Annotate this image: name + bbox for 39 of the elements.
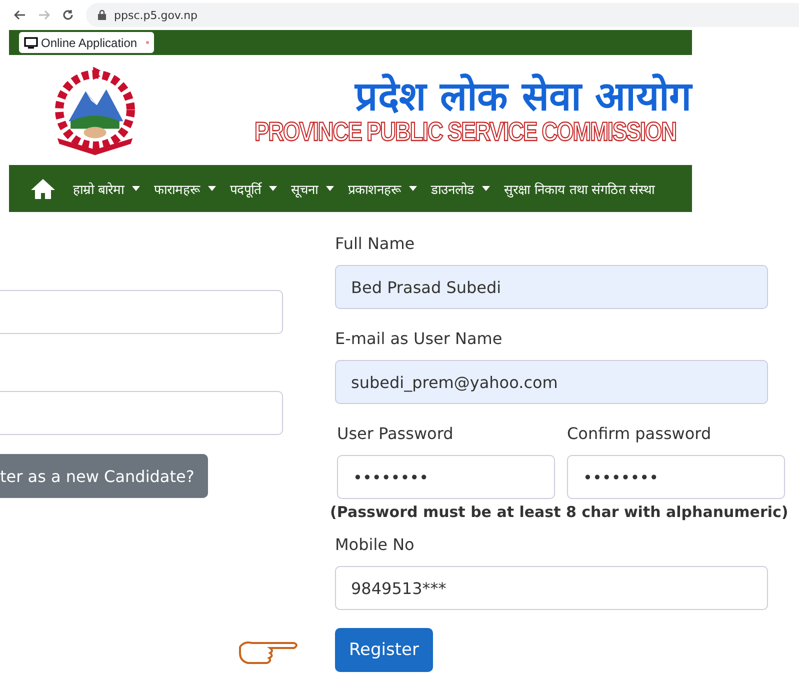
register-button[interactable]: Register	[335, 628, 433, 672]
field-label: E-mail as User Name	[335, 329, 504, 348]
monitor-icon	[24, 36, 38, 48]
email-field[interactable]: subedi_prem@yahoo.com	[335, 360, 768, 404]
input-field[interactable]	[0, 391, 283, 435]
password-note: (Password must be at least 8 char with alphanumeric)	[330, 503, 785, 521]
full-name-field[interactable]: Bed Prasad Subedi	[335, 265, 768, 309]
password-field[interactable]: ••••••••	[337, 455, 555, 499]
field-label: User Password	[337, 424, 454, 443]
address-bar[interactable]: ppsc.p5.gov.np	[86, 3, 799, 27]
input-field[interactable]	[0, 290, 283, 334]
nav-menu-item[interactable]: पदपूर्ति	[230, 180, 262, 198]
mobile-field[interactable]: 9849513***	[335, 566, 768, 610]
nav-menu-item[interactable]: सूचना	[291, 180, 318, 198]
caret-icon[interactable]	[482, 186, 490, 191]
field-label: Confirm password	[567, 424, 712, 443]
nav-menu-item[interactable]: डाउनलोड	[431, 180, 474, 198]
lock-icon	[98, 10, 106, 20]
back-icon[interactable]	[14, 10, 26, 20]
caret-icon[interactable]	[326, 186, 334, 191]
field-label: Full Name	[335, 234, 416, 253]
home-icon[interactable]	[29, 178, 57, 200]
field-label: Mobile No	[335, 535, 416, 554]
caret-icon[interactable]	[409, 186, 418, 191]
header-title: प्रदेश लोक सेवा आयोग	[355, 75, 692, 119]
confirm-password-field[interactable]: ••••••••	[567, 455, 785, 499]
caret-icon[interactable]	[208, 186, 216, 191]
caret-icon[interactable]	[269, 186, 278, 191]
online-application-tab[interactable]: Online Application	[19, 32, 154, 53]
nav-menu-item[interactable]: सुरक्षा निकाय तथा संगठित संस्था	[504, 180, 655, 198]
reload-icon[interactable]	[62, 9, 74, 21]
nav-menu-item[interactable]: हाम्रो बारेमा	[73, 180, 124, 198]
nav-menu-item[interactable]: प्रकाशनहरू	[348, 180, 402, 198]
nav-menu-item[interactable]: फारामहरू	[154, 180, 200, 198]
register-candidate-button[interactable]: ter as a new Candidate?	[0, 454, 208, 498]
dot-icon	[146, 41, 150, 44]
url-text: ppsc.p5.gov.np	[114, 8, 198, 22]
header-subtitle: PROVINCE PUBLIC SERVICE COMMISSION	[254, 116, 676, 148]
caret-icon[interactable]	[132, 186, 140, 191]
